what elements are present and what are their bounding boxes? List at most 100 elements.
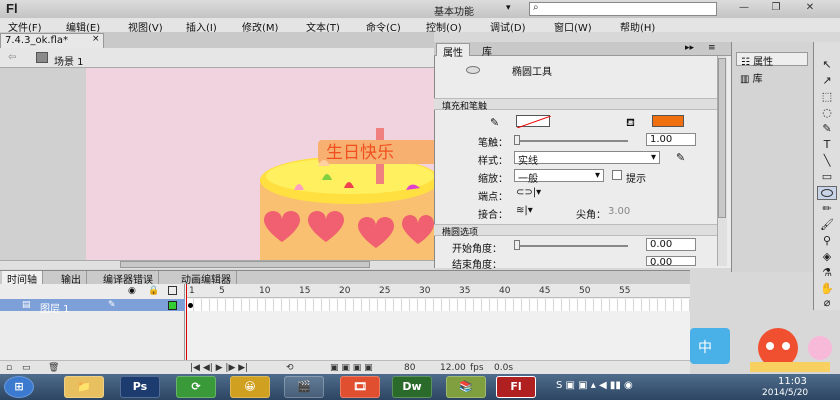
horizontal-scroll-thumb[interactable] [120, 261, 370, 268]
photoshop-taskbar-icon[interactable]: Ps [120, 376, 160, 398]
join-style-icon[interactable]: ≋|▾ [516, 205, 533, 216]
zoom-tool-icon[interactable]: ⌀ [817, 296, 837, 310]
tab-motion-editor[interactable]: 动画编辑器 [176, 271, 237, 286]
stroke-slider-thumb[interactable] [514, 135, 520, 145]
miter-label: 尖角： [576, 210, 606, 221]
onion-skin-icons[interactable]: ▣ ▣ ▣ ▣ [330, 363, 373, 373]
new-layer-icon[interactable]: ▫ [6, 363, 12, 373]
edit-stroke-style-icon[interactable]: ✎ [676, 151, 685, 164]
dock-library-button[interactable]: ▥ 库 [736, 70, 808, 85]
eyedropper-tool-icon[interactable]: ⚗ [817, 266, 837, 280]
stroke-label: 笔触： [478, 138, 508, 149]
workspace-switcher[interactable]: 基本功能 [434, 3, 474, 18]
tab-properties[interactable]: 属性 [436, 43, 470, 59]
document-tab[interactable]: 7.4.3_ok.fla* [0, 33, 104, 48]
playback-controls[interactable]: |◀ ◀| ▶ |▶ ▶| [190, 363, 248, 373]
cap-style-icon[interactable]: ⊂⊃|▾ [516, 187, 541, 198]
panel-collapse-icon[interactable]: ▸▸ [685, 43, 694, 53]
pencil-icon: ✎ [108, 300, 116, 310]
layer-name[interactable]: 图层 1 [40, 300, 70, 315]
section-fill-stroke[interactable]: 填充和笔触 [434, 98, 721, 112]
mascot-eye [782, 342, 790, 350]
pen-tool-icon[interactable]: ✎ [817, 122, 837, 136]
tray-icons[interactable]: S ▣ ▣ ▴ ◀ ▮▮ ◉ [556, 380, 633, 391]
dock-properties-button[interactable]: ☷ 属性 [736, 52, 808, 68]
tab-output[interactable]: 输出 [56, 271, 87, 286]
start-angle-slider-thumb[interactable] [514, 240, 520, 250]
scale-select[interactable]: 一般 ▾ [514, 169, 604, 185]
minimize-button[interactable]: — [734, 2, 754, 15]
help-search-input[interactable] [529, 2, 717, 16]
refresh-app-taskbar-icon[interactable]: ⟳ [176, 376, 216, 398]
flash-taskbar-icon[interactable]: Fl [496, 376, 536, 398]
start-angle-field[interactable]: 0.00 [646, 238, 696, 251]
stroke-width-field[interactable]: 1.00 [646, 133, 696, 146]
rectangle-tool-icon[interactable]: ▭ [817, 170, 837, 184]
subselection-tool-icon[interactable]: ↗ [817, 74, 837, 88]
stroke-slider[interactable] [514, 140, 628, 142]
frame-number: 50 [579, 286, 591, 296]
scene-icon [36, 52, 48, 63]
explorer-taskbar-icon[interactable]: 📁 [64, 376, 104, 398]
current-frame: 80 [404, 363, 416, 373]
back-arrow-icon[interactable]: ⇦ [8, 52, 16, 63]
paint-bucket-tool-icon[interactable]: ◈ [817, 250, 837, 264]
free-transform-tool-icon[interactable]: ⬚ [817, 90, 837, 104]
clock-time[interactable]: 11:03 [778, 376, 807, 387]
tab-timeline[interactable]: 时间轴 [2, 271, 43, 286]
text-tool-icon[interactable]: T [817, 138, 837, 152]
delete-layer-icon[interactable]: 🗑 [48, 363, 59, 373]
fill-color-swatch[interactable] [652, 115, 684, 127]
video-recorder-taskbar-icon[interactable]: 🎬 [284, 376, 324, 398]
outline-icon[interactable] [168, 286, 177, 295]
bone-tool-icon[interactable]: ⚲ [817, 234, 837, 248]
selection-tool-icon[interactable]: ↖ [817, 58, 837, 72]
stroke-style-select[interactable]: 实线 ▾ [514, 151, 660, 167]
lasso-tool-icon[interactable]: ◌ [817, 106, 837, 120]
oval-tool-icon [821, 189, 833, 197]
menu-help[interactable]: 帮助(H) [620, 19, 655, 34]
layer-outline-color[interactable] [168, 301, 177, 310]
close-tab-icon[interactable]: × [92, 34, 100, 44]
start-button[interactable]: ⊞ [4, 376, 34, 398]
line-tool-icon[interactable]: ╲ [817, 154, 837, 168]
eye-icon[interactable]: ◉ [128, 286, 136, 296]
start-angle-slider[interactable] [514, 245, 628, 247]
playhead[interactable] [186, 284, 193, 366]
panel-menu-icon[interactable]: ≡ [708, 43, 716, 53]
chevron-down-icon: ▾ [650, 152, 656, 163]
new-folder-icon[interactable]: ▭ [22, 363, 31, 373]
tab-library[interactable]: 库 [476, 43, 498, 58]
lock-icon[interactable]: 🔒 [148, 286, 159, 296]
dreamweaver-taskbar-icon[interactable]: Dw [392, 376, 432, 398]
chevron-down-icon: ▾ [594, 170, 600, 181]
brush-tool-icon[interactable]: 🖌 [817, 218, 837, 232]
media-taskbar-icon[interactable]: 🎞 [340, 376, 380, 398]
tab-compiler-errors[interactable]: 编译器错误 [98, 271, 159, 286]
loop-icon[interactable]: ⟲ [286, 363, 294, 373]
frame-rate[interactable]: 12.00 [440, 363, 466, 373]
miter-value[interactable]: 3.00 [608, 206, 630, 217]
menu-debug[interactable]: 调试(D) [490, 19, 526, 34]
workspace-dropdown-icon[interactable]: ▾ [506, 3, 511, 13]
cake-artwork[interactable]: 生日快乐 [86, 68, 434, 260]
frame-rate-unit: fps [470, 363, 484, 373]
close-button[interactable]: ✕ [800, 2, 820, 15]
hand-tool-icon[interactable]: ✋ [817, 282, 837, 296]
restore-button[interactable]: ❐ [766, 2, 786, 15]
stroke-color-swatch[interactable] [516, 115, 551, 128]
qq-taskbar-icon[interactable]: 😀 [230, 376, 270, 398]
properties-scroll-thumb[interactable] [718, 58, 726, 218]
end-angle-field[interactable]: 0.00 [646, 256, 696, 268]
frame-number: 15 [299, 286, 311, 296]
pencil-tool-icon[interactable]: ✏ [817, 202, 837, 216]
section-oval-options[interactable]: 椭圆选项 [434, 224, 721, 238]
hint-checkbox[interactable] [612, 170, 622, 180]
stage-canvas[interactable]: 生日快乐 [86, 68, 434, 260]
frame-row[interactable] [186, 299, 690, 311]
menu-window[interactable]: 窗口(W) [554, 19, 592, 34]
books-taskbar-icon[interactable]: 📚 [446, 376, 486, 398]
oval-tool-icon [466, 66, 480, 74]
oval-tool-button[interactable] [817, 186, 837, 200]
clock-date[interactable]: 2014/5/20 [762, 388, 808, 398]
